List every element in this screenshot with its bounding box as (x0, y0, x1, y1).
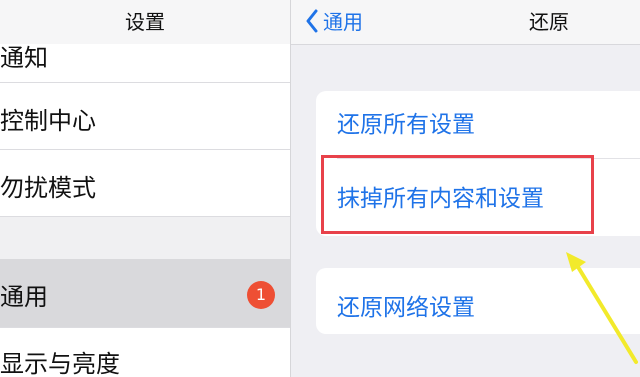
arrow-annotation (566, 252, 638, 364)
